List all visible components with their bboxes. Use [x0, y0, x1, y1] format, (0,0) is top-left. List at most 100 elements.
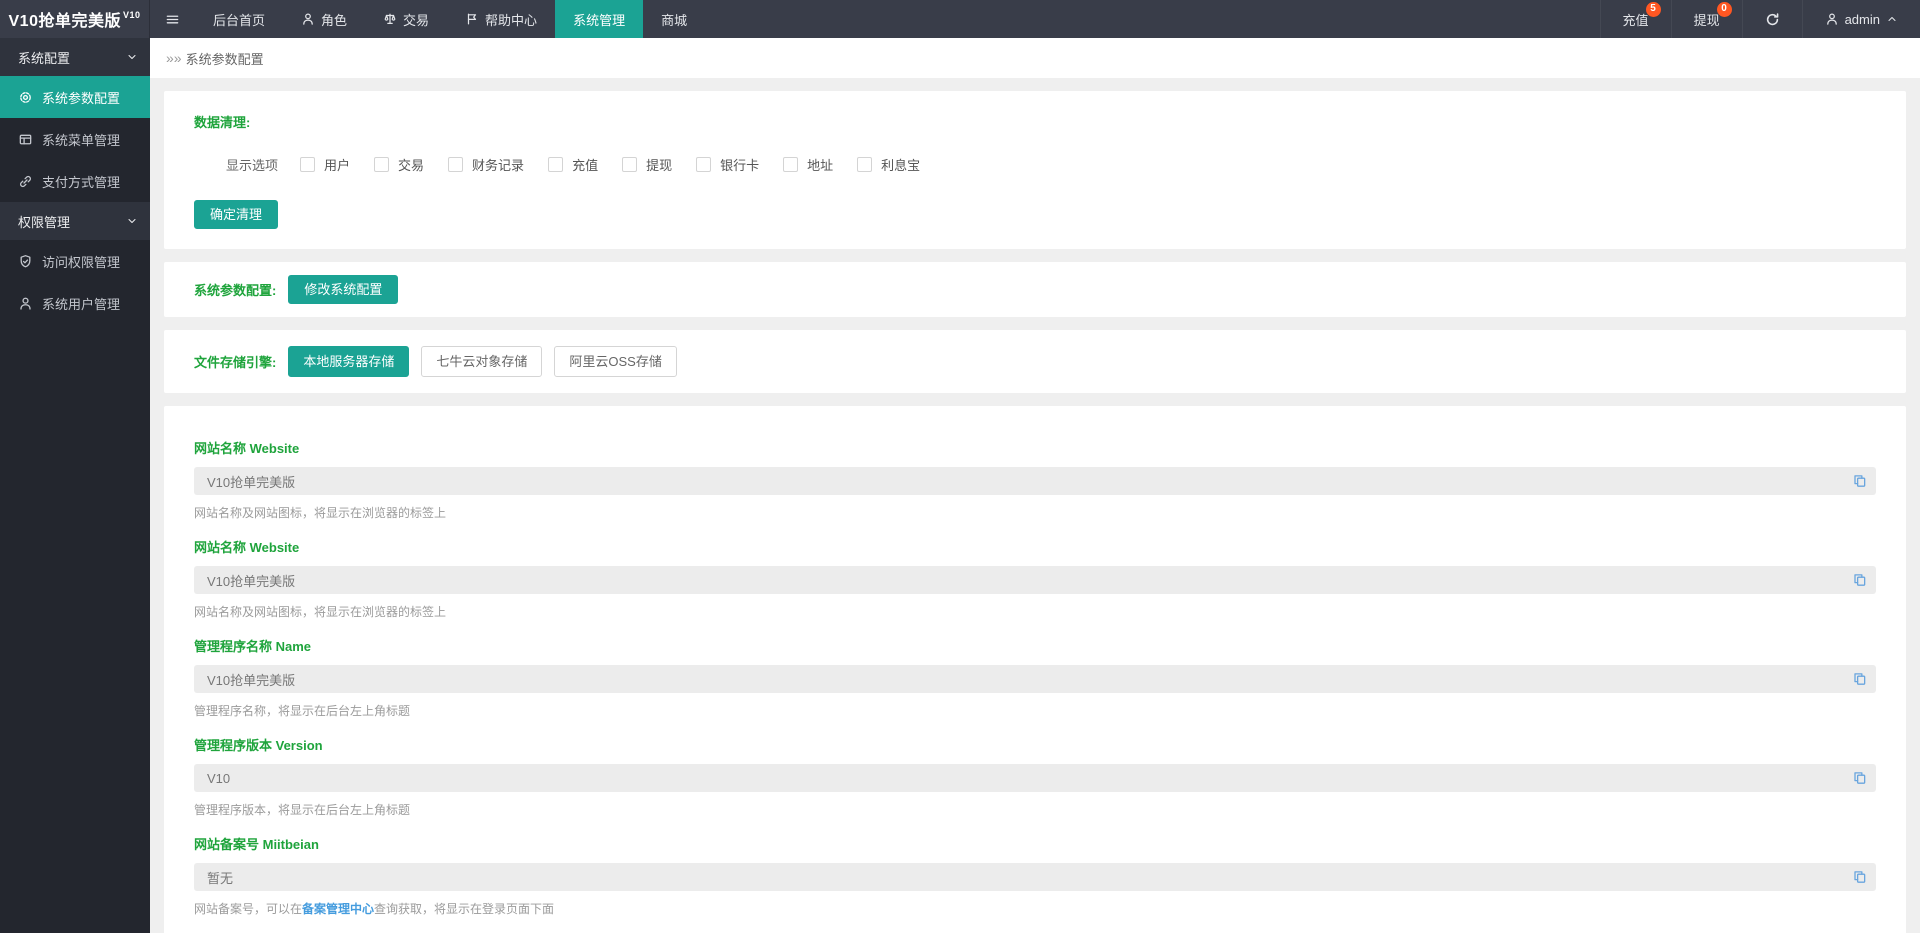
checkbox-option-interest[interactable]: 利息宝	[857, 155, 920, 174]
nav-item-label: 后台首页	[213, 10, 265, 29]
beian-center-link[interactable]: 备案管理中心	[302, 902, 374, 916]
checkbox[interactable]	[622, 157, 637, 172]
sidebar-item-system-users[interactable]: 系统用户管理	[0, 282, 150, 324]
copy-button[interactable]	[1852, 771, 1867, 786]
chevron-up-icon	[1886, 13, 1898, 25]
field-value: V10抢单完美版	[207, 670, 295, 689]
field-admin-name: 管理程序名称 Name V10抢单完美版 管理程序名称，将显示在后台左上角标题	[194, 636, 1876, 719]
checkbox-label: 地址	[807, 155, 833, 174]
field-label: 网站备案号 Miitbeian	[194, 834, 1876, 853]
checkbox-label: 充值	[572, 155, 598, 174]
sidebar-item-label: 系统用户管理	[42, 294, 120, 313]
checkbox-option-trade[interactable]: 交易	[374, 155, 424, 174]
scales-icon	[383, 12, 397, 26]
modify-system-config-button[interactable]: 修改系统配置	[288, 275, 398, 304]
checkbox-option-user[interactable]: 用户	[300, 155, 350, 174]
sidebar-item-access-permissions[interactable]: 访问权限管理	[0, 240, 150, 282]
checkbox-option-finance-records[interactable]: 财务记录	[448, 155, 524, 174]
nav-item-help-center[interactable]: 帮助中心	[447, 0, 555, 38]
nav-item-home[interactable]: 后台首页	[195, 0, 283, 38]
checkbox[interactable]	[548, 157, 563, 172]
nav-item-label: 角色	[321, 10, 347, 29]
checkbox-label: 利息宝	[881, 155, 920, 174]
hamburger-icon	[165, 12, 180, 27]
admin-version-input[interactable]: V10	[194, 764, 1876, 792]
system-params-card: 系统参数配置: 修改系统配置	[164, 262, 1906, 317]
recharge-button[interactable]: 充值 5	[1600, 0, 1671, 38]
storage-option-aliyun-oss-button[interactable]: 阿里云OSS存储	[554, 346, 676, 377]
storage-option-local-button[interactable]: 本地服务器存储	[288, 346, 409, 377]
nav-item-trade[interactable]: 交易	[365, 0, 447, 38]
app-logo: V10抢单完美版V10	[0, 0, 150, 38]
checkbox-label: 财务记录	[472, 155, 524, 174]
sidebar-section-permissions[interactable]: 权限管理	[0, 202, 150, 240]
checkbox-option-bank-card[interactable]: 银行卡	[696, 155, 759, 174]
confirm-clean-button[interactable]: 确定清理	[194, 200, 278, 229]
sidebar-item-payment-methods[interactable]: 支付方式管理	[0, 160, 150, 202]
flag-icon	[465, 12, 479, 26]
link-icon	[18, 174, 33, 189]
top-navbar: V10抢单完美版V10 后台首页 角色 交易 帮助中心 系统管理 商城 充值 5…	[0, 0, 1920, 38]
sidebar-section-label: 权限管理	[18, 212, 70, 231]
sidebar-section-label: 系统配置	[18, 48, 70, 67]
field-label: 管理程序名称 Name	[194, 636, 1876, 655]
field-help: 网站备案号，可以在备案管理中心查询获取，将显示在登录页面下面	[194, 900, 1876, 917]
options-row-label: 显示选项	[226, 155, 278, 174]
withdraw-badge: 0	[1717, 2, 1732, 17]
field-value: V10抢单完美版	[207, 472, 295, 491]
website-name-input-2[interactable]: V10抢单完美版	[194, 566, 1876, 594]
copy-button[interactable]	[1852, 474, 1867, 489]
nav-item-roles[interactable]: 角色	[283, 0, 365, 38]
storage-engine-title: 文件存储引擎:	[194, 352, 276, 371]
table-icon	[18, 132, 33, 147]
data-clean-card: 数据清理: 显示选项 用户 交易 财务记录 充值	[164, 91, 1906, 249]
copy-button[interactable]	[1852, 672, 1867, 687]
field-label: 网站名称 Website	[194, 537, 1876, 556]
admin-name-input[interactable]: V10抢单完美版	[194, 665, 1876, 693]
breadcrumb-chevrons-icon: »	[166, 50, 171, 66]
breadcrumb-chevrons-icon: »	[174, 50, 179, 66]
sidebar-item-system-menu[interactable]: 系统菜单管理	[0, 118, 150, 160]
checkbox[interactable]	[857, 157, 872, 172]
sidebar-toggle-button[interactable]	[150, 0, 195, 38]
storage-option-qiniu-button[interactable]: 七牛云对象存储	[421, 346, 542, 377]
checkbox-option-withdraw[interactable]: 提现	[622, 155, 672, 174]
copy-icon	[1852, 870, 1867, 885]
user-menu[interactable]: admin	[1802, 0, 1920, 38]
person-icon	[301, 12, 315, 26]
website-name-input[interactable]: V10抢单完美版	[194, 467, 1876, 495]
shield-check-icon	[18, 254, 33, 269]
nav-item-mall[interactable]: 商城	[643, 0, 705, 38]
withdraw-button[interactable]: 提现 0	[1671, 0, 1742, 38]
page-content: 数据清理: 显示选项 用户 交易 财务记录 充值	[150, 78, 1920, 933]
field-help: 网站名称及网站图标，将显示在浏览器的标签上	[194, 504, 1876, 521]
navbar-right: 充值 5 提现 0 admin	[1600, 0, 1920, 38]
checkbox[interactable]	[783, 157, 798, 172]
copy-button[interactable]	[1852, 870, 1867, 885]
checkbox[interactable]	[448, 157, 463, 172]
checkbox[interactable]	[696, 157, 711, 172]
system-params-title: 系统参数配置:	[194, 280, 276, 299]
sidebar: 系统配置 系统参数配置 系统菜单管理 支付方式管理 权限管理 访问权限管理 系统…	[0, 38, 150, 933]
nav-item-label: 帮助中心	[485, 10, 537, 29]
help-text: 网站备案号，可以在	[194, 902, 302, 916]
data-clean-options-row: 显示选项 用户 交易 财务记录 充值	[226, 155, 1876, 174]
checkbox[interactable]	[300, 157, 315, 172]
refresh-button[interactable]	[1742, 0, 1802, 38]
sidebar-item-system-params[interactable]: 系统参数配置	[0, 76, 150, 118]
copy-button[interactable]	[1852, 573, 1867, 588]
field-website-name-2: 网站名称 Website V10抢单完美版 网站名称及网站图标，将显示在浏览器的…	[194, 537, 1876, 620]
nav-item-system-management[interactable]: 系统管理	[555, 0, 643, 38]
settings-form-card: 网站名称 Website V10抢单完美版 网站名称及网站图标，将显示在浏览器的…	[164, 406, 1906, 933]
checkbox-option-address[interactable]: 地址	[783, 155, 833, 174]
recharge-badge: 5	[1646, 2, 1661, 17]
checkbox-label: 交易	[398, 155, 424, 174]
chevron-down-icon	[126, 215, 138, 227]
field-label: 网站名称 Website	[194, 438, 1876, 457]
person-icon	[1825, 12, 1839, 26]
sidebar-section-system-config[interactable]: 系统配置	[0, 38, 150, 76]
chevron-down-icon	[126, 51, 138, 63]
icp-number-input[interactable]: 暂无	[194, 863, 1876, 891]
checkbox[interactable]	[374, 157, 389, 172]
checkbox-option-recharge[interactable]: 充值	[548, 155, 598, 174]
